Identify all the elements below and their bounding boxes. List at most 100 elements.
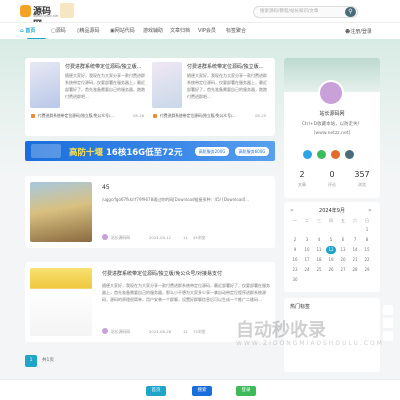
- watermark: 自动秒收录: [236, 320, 326, 341]
- avatar[interactable]: [102, 234, 108, 240]
- wechat-icon[interactable]: [317, 150, 326, 159]
- footer-search-button[interactable]: 搜索: [192, 386, 212, 396]
- nav-item-vip[interactable]: VIP会员: [198, 27, 216, 34]
- calendar-day[interactable]: 3: [302, 236, 312, 244]
- stat-views-count: 357: [354, 170, 370, 179]
- calendar-day[interactable]: 9: [290, 246, 300, 254]
- featured-panel: 付费进群系统带定位源码/独立版... 随便大家好，我现在为大家分享一款付费进群系…: [25, 58, 275, 136]
- banner-headline: 高防十堰 16核16G低至72元: [69, 148, 183, 158]
- nav-item-web-code[interactable]: ▣网站代码: [110, 27, 135, 34]
- nav-item-archive[interactable]: 文章归档: [170, 27, 190, 34]
- featured-title-1[interactable]: 付费进群系统带定位源码/独立版...: [65, 63, 145, 70]
- calendar-day[interactable]: 6: [338, 236, 348, 244]
- footer-login-button[interactable]: 登录: [236, 386, 256, 396]
- theme-icon[interactable]: [383, 318, 393, 328]
- page-current[interactable]: 1: [25, 355, 37, 367]
- calendar-day[interactable]: 23: [290, 266, 300, 274]
- profile-name[interactable]: 站长源码网: [284, 110, 380, 117]
- featured-link-1[interactable]: 付费进群系统带定位源码/独立版/免公众号/...: [38, 113, 130, 119]
- footer-bar: 首页 搜索 登录: [0, 379, 400, 400]
- calendar-widget: « 2024年9月 » 一二三四五六日 1 2 3 4 5 6 7 8 9 10 11 12 13 14 15…: [284, 202, 380, 292]
- home-icon: ⌂: [20, 28, 24, 34]
- search-icon[interactable]: ⚲: [345, 7, 356, 17]
- stat-views-label: 浏览: [358, 182, 366, 187]
- calendar-next[interactable]: »: [368, 207, 372, 214]
- post-excerpt: 随便大家好，我现在为大家分享一款付费进群系统带定位源码，最近部署好了，仅要部署在…: [102, 283, 270, 302]
- calendar-day[interactable]: 28: [350, 266, 360, 274]
- calendar-day[interactable]: 10: [302, 246, 312, 254]
- calendar-day[interactable]: 1: [362, 226, 372, 234]
- stat-comments-count: 0: [329, 170, 335, 179]
- calendar-day[interactable]: 19: [326, 256, 336, 264]
- calendar-day[interactable]: 27: [338, 266, 348, 274]
- calendar-day[interactable]: 14: [350, 246, 360, 254]
- calendar-day[interactable]: 26: [326, 266, 336, 274]
- calendar-day[interactable]: 13: [338, 246, 348, 254]
- search-input[interactable]: 搜索源码/教程/站长知识/文章: [253, 6, 358, 18]
- post-title[interactable]: 45: [102, 184, 110, 191]
- avatar[interactable]: [318, 80, 344, 106]
- calendar-day[interactable]: 30: [290, 276, 300, 284]
- article-tag-icon: [31, 114, 35, 118]
- calendar-day[interactable]: 20: [338, 256, 348, 264]
- logo-subtitle: www.netzz.net: [33, 14, 59, 18]
- post-reads: 75浏览: [193, 329, 206, 334]
- ad-banner[interactable]: 高防十堰 16核16G低至72元 高防服务200G 高防服务600G: [25, 141, 275, 161]
- email-icon[interactable]: [345, 150, 354, 159]
- nav-item-home[interactable]: ⌂ 首页: [20, 27, 35, 34]
- site-logo[interactable]: 源码网 www.netzz.net: [20, 3, 59, 30]
- featured-excerpt-1: 随便大家好，我现在为大家分享一款付费进群系统带定位源码，仅要部署在服务器上，最近…: [65, 73, 145, 99]
- calendar-weekday: 三: [317, 218, 321, 223]
- banner-button-600g[interactable]: 高防服务600G: [235, 147, 269, 156]
- widget-title: 热门标签: [290, 304, 311, 310]
- weibo-icon[interactable]: [331, 150, 340, 159]
- calendar-day[interactable]: 11: [314, 246, 324, 254]
- post-card: 45 /uggc/fgo67fkk/rf79f9678通过你的网[Downloa…: [25, 176, 275, 248]
- stat-posts-label: 文章: [298, 182, 306, 187]
- post-thumbnail[interactable]: [30, 182, 92, 242]
- featured-link-2[interactable]: 付费进群系统带定位源码/独立版/免公众号/...: [160, 113, 252, 119]
- featured-thumb-2[interactable]: [152, 62, 182, 108]
- profile-widget: 站长源码网 Ctrl+D收藏本站，以防走失！ [www.netzz.net] 2…: [284, 58, 380, 198]
- calendar-day[interactable]: 18: [314, 256, 324, 264]
- qq-icon[interactable]: [303, 150, 312, 159]
- calendar-day: [302, 226, 312, 234]
- calendar-day[interactable]: 21: [350, 256, 360, 264]
- calendar-day[interactable]: 8: [362, 236, 372, 244]
- post-title[interactable]: 付费进群系统带定位源码/独立版/免公众号/对接易支付: [102, 270, 270, 277]
- settings-icon[interactable]: [383, 305, 393, 315]
- nav-item-tags[interactable]: 标签聚合: [226, 27, 246, 34]
- calendar-day[interactable]: 22: [362, 256, 372, 264]
- calendar-weekday: 五: [341, 218, 345, 223]
- post-thumbnail[interactable]: [30, 268, 92, 336]
- calendar-day[interactable]: 29: [362, 266, 372, 274]
- nav-item-game[interactable]: 游戏辅助: [143, 27, 163, 34]
- featured-link-2-date: 08-25: [255, 113, 267, 118]
- calendar-day[interactable]: 4: [314, 236, 324, 244]
- calendar-day[interactable]: 7: [350, 236, 360, 244]
- watermark-sub: WWW.ZIDONGMIAOSHOULU.COM: [236, 340, 384, 347]
- page-total: 共1页: [42, 358, 54, 363]
- post-views: 11: [183, 235, 188, 240]
- calendar-day[interactable]: 15: [362, 246, 372, 254]
- post-author[interactable]: 站长源码网: [111, 235, 130, 241]
- nav-item-source[interactable]: ▢源码: [51, 27, 66, 34]
- calendar-day[interactable]: 17: [302, 256, 312, 264]
- promo-badge[interactable]: [60, 3, 74, 18]
- calendar-day[interactable]: 25: [314, 266, 324, 274]
- calendar-day[interactable]: 12: [326, 246, 336, 254]
- calendar-day[interactable]: 16: [290, 256, 300, 264]
- avatar[interactable]: [102, 328, 108, 334]
- calendar-day[interactable]: 5: [326, 236, 336, 244]
- post-author[interactable]: 站长源码网: [111, 329, 130, 335]
- featured-thumb-1[interactable]: [30, 62, 60, 108]
- calendar-day[interactable]: 24: [302, 266, 312, 274]
- login-link[interactable]: ☻注册/登录: [345, 28, 372, 35]
- back-to-top-icon[interactable]: [383, 331, 393, 341]
- featured-title-2[interactable]: 付费进群系统带定位源码/独立版...: [187, 63, 270, 70]
- banner-button-200g[interactable]: 高防服务200G: [195, 147, 229, 156]
- calendar-day[interactable]: 2: [290, 236, 300, 244]
- footer-home-button[interactable]: 首页: [146, 386, 166, 396]
- nav-item-premium[interactable]: ◊精品源码: [77, 27, 100, 34]
- post-excerpt: /uggc/fgo67fkk/rf79f9678通过你的网[Download链接…: [102, 197, 250, 202]
